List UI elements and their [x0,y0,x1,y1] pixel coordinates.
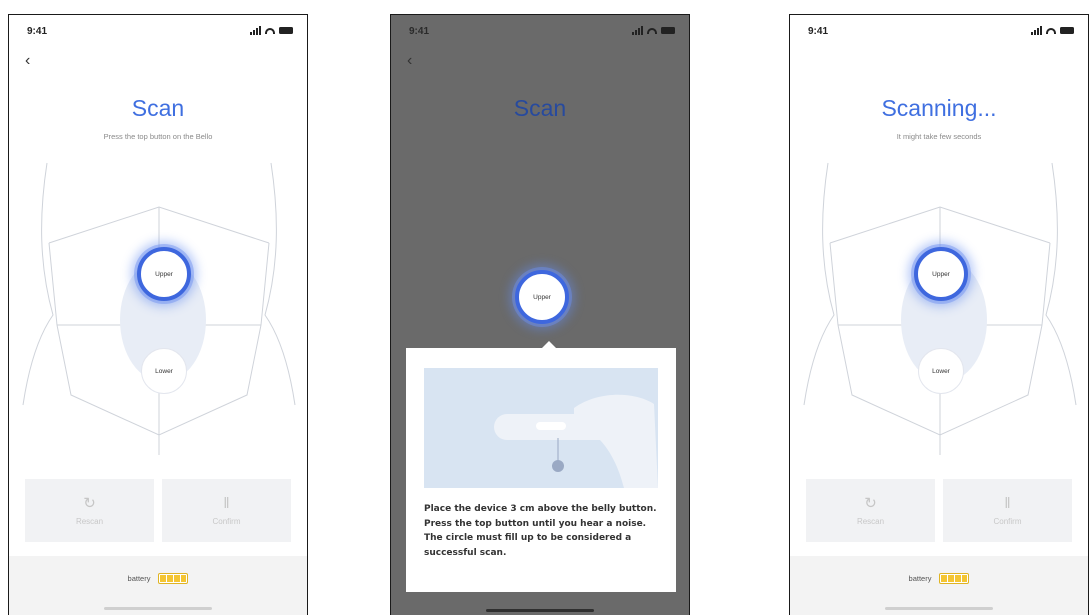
abdomen-grid-right-line [1041,242,1051,326]
soundwave-icon: ‖ [223,494,230,512]
home-indicator [885,607,993,610]
torso-left-edge [803,162,835,406]
instruction-tooltip: Place the device 3 cm above the belly bu… [406,348,676,592]
confirm-button[interactable]: ‖ Confirm [162,479,291,542]
torso-left-edge [22,162,54,406]
abdomen-grid-right-line [260,242,270,326]
battery-bar: battery [790,556,1088,615]
battery-label: battery [127,574,151,583]
wifi-icon [1046,27,1056,34]
scan-screen: 9:41 ‹ Scan Press the top button on the … [8,14,308,615]
soundwave-icon: ‖ [1004,494,1011,512]
scan-instruction-screen: 9:41 ‹ Scan Upper Place the device 3 cm … [390,14,690,615]
upper-zone-label: Upper [155,270,173,278]
device-button [536,422,566,430]
rescan-label: Rescan [856,516,885,526]
instruction-text: Place the device 3 cm above the belly bu… [424,504,657,558]
confirm-button[interactable]: ‖ Confirm [943,479,1072,542]
rescan-button[interactable]: ↻ Rescan [25,479,154,542]
page-title: Scan [513,95,567,121]
refresh-icon: ↻ [83,494,96,512]
status-icons [632,26,675,35]
abdomen-grid-left-line [48,242,58,326]
upper-zone-button[interactable]: Upper [914,247,968,301]
battery-label: battery [908,574,932,583]
torso-right-edge [264,162,296,406]
status-icons [1031,26,1074,35]
signal-icon [1031,26,1042,35]
back-icon[interactable]: ‹ [407,53,412,69]
signal-icon [250,26,261,35]
rescan-label: Rescan [75,516,104,526]
confirm-label: Confirm [993,516,1022,526]
home-indicator [104,607,212,610]
lower-zone-button[interactable]: Lower [918,348,964,394]
battery-icon [158,573,189,584]
upper-zone-button[interactable]: Upper [515,270,569,324]
wifi-icon [265,27,275,34]
upper-zone-label: Upper [533,293,551,301]
instruction-illustration [424,368,658,488]
status-icons [250,26,293,35]
wifi-icon [647,27,657,34]
confirm-label: Confirm [212,516,241,526]
page-title: Scanning... [881,95,997,121]
action-buttons: ↻ Rescan ‖ Confirm [806,479,1072,542]
page-subtitle: Press the top button on the Bello [103,132,213,141]
scanning-screen: 9:41 Scanning... It might take few secon… [789,14,1089,615]
lower-zone-button[interactable]: Lower [141,348,187,394]
torso-right-edge [1045,162,1077,406]
upper-zone-button[interactable]: Upper [137,247,191,301]
refresh-icon: ↻ [864,494,877,512]
rescan-button[interactable]: ↻ Rescan [806,479,935,542]
home-indicator [486,609,594,612]
back-icon[interactable]: ‹ [25,53,30,69]
body-outline [803,162,1077,455]
battery-icon [939,573,970,584]
hand-shape [574,394,658,488]
status-time: 9:41 [27,26,48,37]
upper-zone-label: Upper [932,270,950,278]
battery-status-icon [279,27,293,34]
action-buttons: ↻ Rescan ‖ Confirm [25,479,291,542]
lower-zone-label: Lower [155,367,173,375]
page-subtitle: It might take few seconds [896,132,982,141]
lower-zone-label: Lower [932,367,950,375]
belly-button-marker [552,460,564,472]
status-time: 9:41 [808,26,829,37]
body-outline [22,162,296,455]
battery-status-icon [661,27,675,34]
abdomen-grid-left-line [829,242,839,326]
status-time: 9:41 [409,26,430,37]
device-shape [494,414,644,440]
status-bar: 9:41 [9,15,307,49]
status-bar: 9:41 [790,15,1088,49]
page-title: Scan [131,95,185,121]
status-bar: 9:41 [391,15,689,49]
battery-status-icon [1060,27,1074,34]
signal-icon [632,26,643,35]
battery-bar: battery [9,556,307,615]
